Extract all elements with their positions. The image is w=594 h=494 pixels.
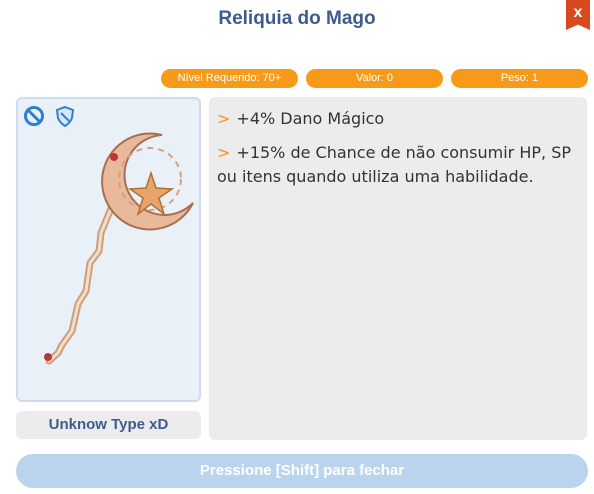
item-image-card: [16, 97, 201, 402]
value-badge: Valor: 0: [306, 69, 443, 88]
description-line: > +4% Dano Mágico: [217, 107, 579, 131]
description-line: > +15% de Chance de não consumir HP, SP o…: [217, 141, 579, 189]
description-text: +4% Dano Mágico: [236, 109, 385, 128]
staff-icon: [44, 132, 194, 365]
shield-icon: [55, 105, 75, 127]
bullet-marker: >: [217, 143, 231, 162]
no-sell-icon: [24, 106, 44, 126]
close-icon: x: [573, 4, 583, 21]
weight-badge: Peso: 1: [451, 69, 588, 88]
item-type-label: Unknow Type xD: [16, 411, 201, 439]
close-hint-button[interactable]: Pressione [Shift] para fechar: [16, 454, 588, 488]
description-text: +15% de Chance de não consumir HP, SP ou…: [217, 143, 571, 186]
window-title: Reliquia do Mago: [218, 8, 376, 29]
item-description-panel: > +4% Dano Mágico > +15% de Chance de não …: [209, 97, 587, 440]
required-level-badge: Nível Requerido: 70+: [161, 69, 298, 88]
bullet-marker: >: [217, 109, 231, 128]
item-tooltip-window: Reliquia do Mago x Nível Requerido: 70+ …: [0, 0, 594, 494]
